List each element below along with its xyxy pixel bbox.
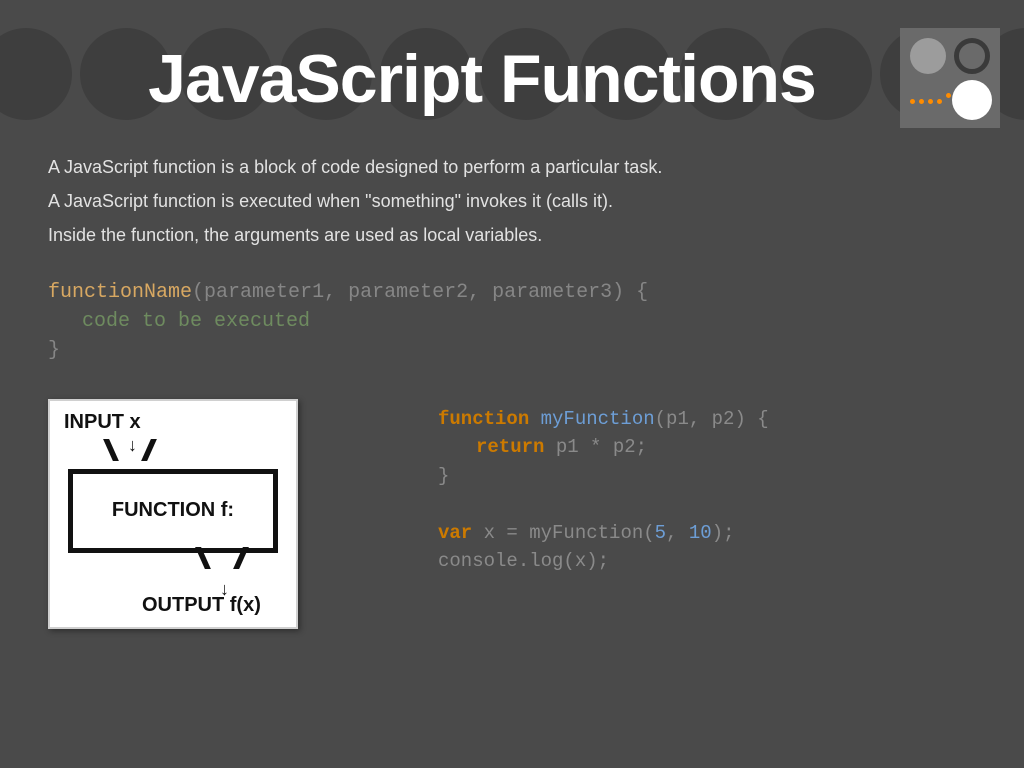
function-syntax: functionName(parameter1, parameter2, par… (48, 278, 976, 365)
funnel-out-icon (200, 547, 244, 571)
description: A JavaScript function is a block of code… (48, 154, 976, 250)
logo-icon (900, 28, 1000, 128)
diagram-input-label: INPUT x (64, 411, 141, 434)
code-example: function myFunction(p1, p2) { return p1 … (438, 405, 769, 576)
diagram-output-label: OUTPUT f(x) (142, 594, 261, 617)
diagram-box-label: FUNCTION f: (68, 469, 278, 553)
slide-content: JavaScript Functions A JavaScript functi… (0, 0, 1024, 669)
syntax-fn-name: functionName (48, 281, 192, 304)
slide-title: JavaScript Functions (48, 40, 916, 118)
desc-line-2: A JavaScript function is executed when "… (48, 188, 976, 216)
function-diagram: INPUT x ↓ FUNCTION f: ↓ OUTPUT f(x) (48, 399, 298, 629)
desc-line-1: A JavaScript function is a block of code… (48, 154, 976, 182)
desc-line-3: Inside the function, the arguments are u… (48, 222, 976, 250)
syntax-body: code to be executed (82, 310, 310, 333)
funnel-in-icon (108, 439, 152, 463)
